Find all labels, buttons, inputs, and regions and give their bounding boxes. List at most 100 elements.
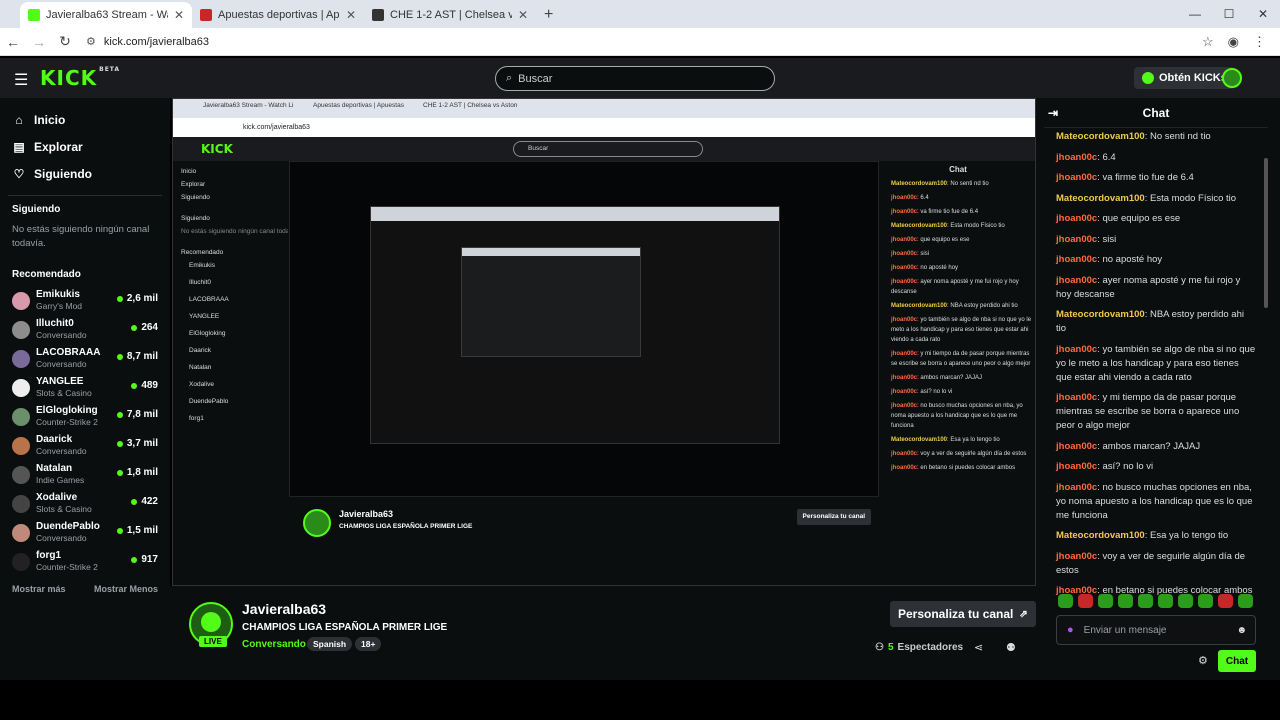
kick-logo[interactable]: KICK BETA [40,66,120,90]
new-tab-icon[interactable]: + [544,2,553,28]
chat-username[interactable]: jhoan00c [1056,213,1097,224]
captured-chat-message: jhoan00c: no aposté hoy [891,265,959,271]
sidebar-nav-inicio[interactable]: ⌂ Inicio [0,106,170,133]
chat-input[interactable]: ● Enviar un mensaje ☻ [1056,615,1256,645]
emote-icon[interactable] [1138,594,1153,608]
recommended-channel[interactable]: forg1 Counter-Strike 2 917 [0,547,170,576]
tag-language[interactable]: Spanish [307,637,353,651]
follow-user-icon[interactable]: ⚉ [1006,641,1016,654]
maximize-icon[interactable]: ☐ [1212,0,1246,28]
viewer-number: 917 [141,554,158,565]
captured-nav: Inicio [181,168,197,175]
minimize-icon[interactable]: — [1178,0,1212,28]
close-window-icon[interactable]: ✕ [1246,0,1280,28]
chat-username[interactable]: jhoan00c [1056,254,1097,265]
show-less-link[interactable]: Mostrar Menos [94,584,158,594]
emote-icon[interactable] [1238,594,1253,608]
emote-icon[interactable] [1098,594,1113,608]
close-tab-icon[interactable]: ✕ [346,8,356,22]
tag-age[interactable]: 18+ [355,637,382,651]
recommended-channel[interactable]: Natalan Indie Games 1,8 mil [0,460,170,489]
chat-username[interactable]: jhoan00c [1056,275,1097,286]
emote-icon[interactable] [1198,594,1213,608]
chat-username[interactable]: jhoan00c [1056,152,1097,163]
channel-name[interactable]: Javieralba63 [242,601,326,617]
recommended-channel[interactable]: Illuchit0 Conversando 264 [0,315,170,344]
emote-icon[interactable] [1078,594,1093,608]
chat-username[interactable]: Mateocordovam100 [1056,193,1145,204]
chat-username[interactable]: jhoan00c [1056,551,1097,562]
channel-name: Daarick [36,434,73,445]
browser-tab[interactable]: Javieralba63 Stream - Watch Li ✕ [20,2,192,28]
chat-username[interactable]: jhoan00c [1056,392,1097,403]
captured-chat-text: va firme tio fue de 6.4 [920,209,979,215]
captured-logo: KICK [201,142,233,156]
forward-icon[interactable]: → [26,34,52,50]
recommended-channel[interactable]: LACOBRAAA Conversando 8,7 mil [0,344,170,373]
url-field[interactable]: ⚙ kick.com/javieralba63 [86,35,1202,49]
chat-username[interactable]: jhoan00c [1056,344,1097,355]
menu-dots-icon[interactable]: ⋮ [1253,34,1266,50]
browser-tab[interactable]: Apuestas deportivas | Apuestas ✕ [192,2,364,28]
profile-icon[interactable]: ◉ [1228,34,1239,50]
site-info-icon[interactable]: ⚙ [86,35,96,48]
sidebar-nav-explorar[interactable]: ▤ Explorar [0,133,170,160]
channel-avatar [12,291,30,310]
share-icon[interactable]: ⋖ [974,641,983,654]
emoji-icon[interactable]: ☻ [1236,625,1247,636]
captured-rec: YANGLEE [189,313,220,320]
chat-username[interactable]: jhoan00c [1056,441,1097,452]
captured-chat-message: jhoan00c: así? no lo vi [891,389,953,395]
chat-settings-icon[interactable]: ⚙ [1198,654,1208,667]
get-kicks-button[interactable]: Obtén KICKs [1134,67,1235,89]
recommended-channel[interactable]: ElGlogloking Counter-Strike 2 7,8 mil [0,402,170,431]
recommended-channel[interactable]: Daarick Conversando 3,7 mil [0,431,170,460]
captured-heading: Siguiendo [181,215,210,222]
close-tab-icon[interactable]: ✕ [518,8,528,22]
send-chat-button[interactable]: Chat [1218,650,1256,672]
reload-icon[interactable]: ↻ [52,33,78,50]
chat-text: Esta modo Físico tio [1149,192,1237,204]
viewers-icon: ⚇ [875,642,884,653]
recommended-channel[interactable]: Xodalive Slots & Casino 422 [0,489,170,518]
close-tab-icon[interactable]: ✕ [174,8,184,22]
captured-chat-text: voy a ver de seguirle algún día de estos [920,451,1027,457]
viewer-count: 422 [131,496,158,507]
recommended-channel[interactable]: YANGLEE Slots & Casino 489 [0,373,170,402]
emote-icon[interactable] [1118,594,1133,608]
sidebar-nav-siguiendo[interactable]: ♡ Siguiendo [0,160,170,187]
chat-username[interactable]: jhoan00c [1056,482,1097,493]
emote-icon[interactable] [1218,594,1233,608]
back-icon[interactable]: ← [0,34,26,50]
collapse-chat-icon[interactable]: ⇥ [1048,106,1058,120]
microphone-icon[interactable]: ● [1067,624,1074,636]
personalize-channel-button[interactable]: Personaliza tu canal ⇗ [890,601,1036,627]
search-input[interactable]: ⌕ Buscar [495,66,775,91]
chat-username[interactable]: Mateocordovam100 [1056,309,1145,320]
stream-category[interactable]: Conversando [242,639,306,650]
emote-icon[interactable] [1058,594,1073,608]
hamburger-menu-icon[interactable]: ☰ [14,70,28,90]
sidebar-nav-label: Siguiendo [34,166,92,181]
stream-info: LIVE Javieralba63 CHAMPIOS LIGA ESPAÑOLA… [170,586,1036,680]
channel-avatar [12,349,30,368]
recommended-channel[interactable]: Emikukis Garry's Mod 2,6 mil [0,286,170,315]
emote-icon[interactable] [1178,594,1193,608]
chat-username[interactable]: jhoan00c [1056,234,1097,245]
chat-panel: ⇥ Chat Mateocordovam100: No senti nd tio… [1044,98,1268,680]
captured-stream-info: Javieralba63 CHAMPIOS LIGA ESPAÑOLA PRIM… [289,499,879,585]
emote-icon[interactable] [1158,594,1173,608]
bookmark-star-icon[interactable]: ☆ [1202,34,1214,50]
browser-tab[interactable]: CHE 1-2 AST | Chelsea vs Aston ✕ [364,2,536,28]
video-player[interactable]: Javieralba63 Stream - Watch Li Apuestas … [170,98,1036,586]
chat-username[interactable]: jhoan00c [1056,172,1097,183]
recommended-channel[interactable]: DuendePablo Conversando 1,5 mil [0,518,170,547]
show-more-link[interactable]: Mostrar más [12,584,66,594]
chat-username[interactable]: jhoan00c [1056,461,1097,472]
captured-rec: Emikukis [189,262,216,269]
chat-scrollbar[interactable] [1264,158,1268,308]
channel-name: Natalan [36,463,73,474]
user-avatar[interactable] [1222,68,1242,88]
chat-username[interactable]: Mateocordovam100 [1056,131,1145,142]
chat-username[interactable]: Mateocordovam100 [1056,530,1145,541]
